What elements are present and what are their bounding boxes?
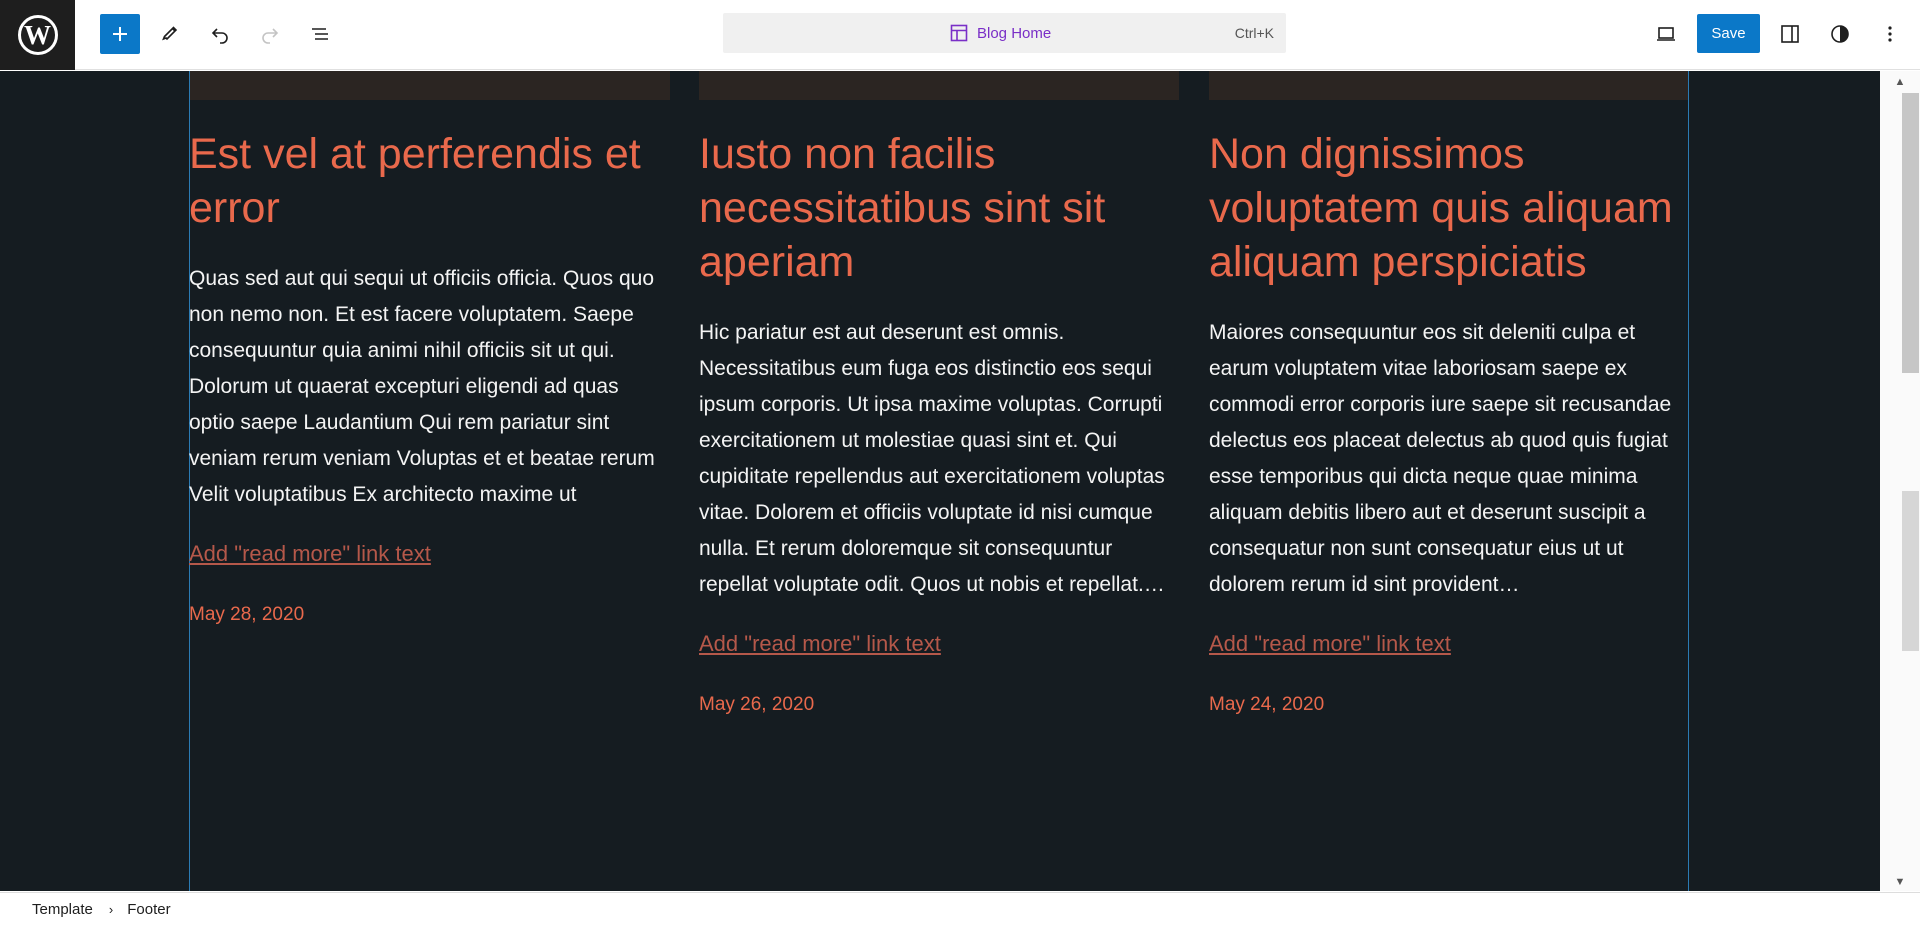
pencil-icon [162,26,178,41]
wordpress-icon: W [17,15,58,55]
canvas-scrollbar[interactable]: ▲ ▼ [1880,71,1920,891]
featured-image[interactable] [190,71,670,100]
document-title-label: Blog Home [977,24,1052,42]
chevron-right-icon: › [108,901,114,917]
options-menu-button[interactable] [1870,14,1910,54]
post-title[interactable]: Iusto non facilis necessitatibus sint si… [699,127,1179,289]
more-vertical-icon [1888,26,1892,42]
featured-image[interactable] [699,71,1179,100]
scroll-up-arrow-icon[interactable]: ▲ [1880,73,1920,91]
scrollbar-thumb-lower[interactable] [1902,491,1919,651]
redo-button[interactable] [250,14,290,54]
document-title: Blog Home [949,23,1051,43]
wordpress-logo-button[interactable]: W [0,0,75,70]
list-view-icon [312,28,328,40]
save-button[interactable]: Save [1697,14,1760,53]
read-more-link[interactable]: Add "read more" link text [699,629,1179,659]
post-card: Non dignissimos voluptatem quis aliquam … [1209,127,1689,716]
undo-icon [211,28,228,44]
editor-toolbar: W Blog Home Ctrl+K Save [0,0,1920,70]
add-block-button[interactable] [100,14,140,54]
redo-icon [262,28,279,44]
plus-icon [113,27,127,41]
read-more-link[interactable]: Add "read more" link text [1209,629,1689,659]
document-overview-button[interactable] [300,14,340,54]
post-excerpt[interactable]: Hic pariatur est aut deserunt est omnis.… [699,315,1179,603]
shortcut-hint: Ctrl+K [1234,25,1274,41]
command-palette-bar[interactable]: Blog Home Ctrl+K [723,13,1286,53]
post-title[interactable]: Non dignissimos voluptatem quis aliquam … [1209,127,1689,289]
post-date[interactable]: May 24, 2020 [1209,694,1689,716]
editor-canvas[interactable]: Est vel at perferendis et error Quas sed… [0,71,1880,891]
sidebar-icon [1781,25,1799,43]
block-breadcrumb: Template › Footer [0,892,1920,925]
read-more-link[interactable]: Add "read more" link text [189,539,669,569]
post-excerpt[interactable]: Maiores consequuntur eos sit deleniti cu… [1209,315,1689,603]
settings-sidebar-button[interactable] [1770,14,1810,54]
post-card: Iusto non facilis necessitatibus sint si… [699,127,1179,716]
breadcrumb-item-template[interactable]: Template [32,901,93,918]
post-excerpt[interactable]: Quas sed aut qui sequi ut officiis offic… [189,261,669,513]
styles-button[interactable] [1820,14,1860,54]
contrast-icon [1831,25,1849,43]
desktop-icon [1657,27,1675,41]
layout-icon [950,24,968,42]
featured-image[interactable] [1209,71,1688,100]
post-date[interactable]: May 26, 2020 [699,694,1179,716]
undo-button[interactable] [200,14,240,54]
tools-button[interactable] [150,14,190,54]
post-card: Est vel at perferendis et error Quas sed… [189,127,669,626]
scroll-down-arrow-icon[interactable]: ▼ [1880,873,1920,891]
post-date[interactable]: May 28, 2020 [189,604,669,626]
scrollbar-thumb-upper[interactable] [1902,93,1919,373]
breadcrumb-item-footer[interactable]: Footer [127,901,170,918]
post-title[interactable]: Est vel at perferendis et error [189,127,669,235]
view-button[interactable] [1646,14,1686,54]
